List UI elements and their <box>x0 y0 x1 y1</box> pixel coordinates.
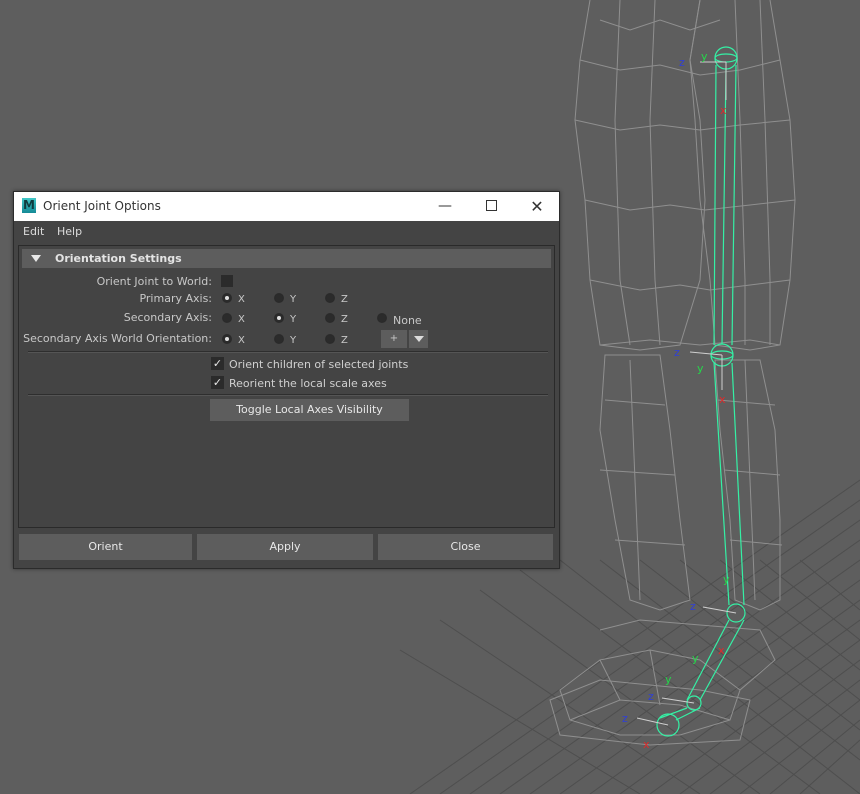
window-title: Orient Joint Options <box>43 199 161 213</box>
svg-text:z: z <box>648 690 654 703</box>
close-window-button[interactable]: ✕ <box>514 192 560 221</box>
title-bar[interactable]: M Orient Joint Options — ✕ <box>14 192 559 221</box>
secondary-world-orientation-label: Secondary Axis World Orientation: <box>23 332 212 345</box>
svg-text:y: y <box>697 362 704 375</box>
secondary-axis-z-radio[interactable] <box>325 313 335 323</box>
world-orientation-x-radio[interactable] <box>222 334 232 344</box>
svg-text:z: z <box>690 600 696 613</box>
separator <box>28 394 548 396</box>
orient-joint-options-dialog: M Orient Joint Options — ✕ Edit Help Ori… <box>13 191 560 569</box>
world-orientation-y-label: Y <box>290 335 297 346</box>
world-orientation-z-radio[interactable] <box>325 334 335 344</box>
primary-axis-z-radio[interactable] <box>325 293 335 303</box>
primary-axis-y-label: Y <box>290 294 297 305</box>
primary-axis-x-radio[interactable] <box>222 293 232 303</box>
maya-logo-icon: M <box>22 198 36 213</box>
world-orientation-sign-field[interactable]: + <box>381 330 407 348</box>
svg-text:y: y <box>665 673 672 686</box>
close-button[interactable]: Close <box>378 534 553 560</box>
svg-text:y: y <box>692 652 699 665</box>
maximize-button[interactable] <box>468 192 514 221</box>
apply-button[interactable]: Apply <box>197 534 373 560</box>
world-orientation-x-label: X <box>238 335 245 346</box>
maximize-icon <box>485 199 497 211</box>
menu-bar: Edit Help <box>14 221 559 243</box>
orient-button[interactable]: Orient <box>19 534 192 560</box>
secondary-axis-label: Secondary Axis: <box>123 311 212 324</box>
primary-axis-z-label: Z <box>341 294 348 305</box>
collapse-triangle-icon <box>31 255 41 262</box>
chevron-down-icon <box>414 336 424 342</box>
primary-axis-label: Primary Axis: <box>139 292 212 305</box>
separator <box>28 351 548 353</box>
section-title: Orientation Settings <box>55 252 182 265</box>
svg-text:x: x <box>720 104 727 117</box>
options-panel: Orientation Settings Orient Joint to Wor… <box>18 245 555 528</box>
reorient-scale-axes-label: Reorient the local scale axes <box>229 377 387 390</box>
orient-children-label: Orient children of selected joints <box>229 358 409 371</box>
orient-joint-to-world-label: Orient Joint to World: <box>96 275 212 288</box>
primary-axis-y-radio[interactable] <box>274 293 284 303</box>
secondary-axis-none-label: None <box>393 314 422 327</box>
svg-text:z: z <box>622 712 628 725</box>
secondary-axis-z-label: Z <box>341 314 348 325</box>
section-orientation-settings[interactable]: Orientation Settings <box>22 249 551 268</box>
axis-labels: z y x z y x z y x z y y z x <box>622 50 730 751</box>
orient-joint-to-world-checkbox[interactable] <box>221 275 233 287</box>
wireframe-mesh <box>549 0 796 746</box>
secondary-axis-y-radio[interactable] <box>274 313 284 323</box>
orient-children-checkbox[interactable]: ✓ <box>211 357 224 370</box>
menu-edit[interactable]: Edit <box>23 225 44 238</box>
world-orientation-y-radio[interactable] <box>274 334 284 344</box>
minimize-button[interactable]: — <box>422 192 468 221</box>
svg-text:x: x <box>643 738 650 751</box>
svg-text:z: z <box>679 56 685 69</box>
primary-axis-x-label: X <box>238 294 245 305</box>
world-orientation-z-label: Z <box>341 335 348 346</box>
svg-text:y: y <box>723 573 730 586</box>
toggle-local-axes-visibility-button[interactable]: Toggle Local Axes Visibility <box>210 399 409 421</box>
svg-text:x: x <box>718 644 725 657</box>
secondary-axis-y-label: Y <box>290 314 297 325</box>
reorient-scale-axes-checkbox[interactable]: ✓ <box>211 376 224 389</box>
secondary-axis-none-radio[interactable] <box>377 313 387 323</box>
svg-text:y: y <box>701 50 708 63</box>
menu-help[interactable]: Help <box>57 225 82 238</box>
svg-text:z: z <box>674 346 680 359</box>
secondary-axis-x-radio[interactable] <box>222 313 232 323</box>
world-orientation-sign-dropdown[interactable] <box>409 330 428 348</box>
svg-text:x: x <box>719 393 726 406</box>
secondary-axis-x-label: X <box>238 314 245 325</box>
